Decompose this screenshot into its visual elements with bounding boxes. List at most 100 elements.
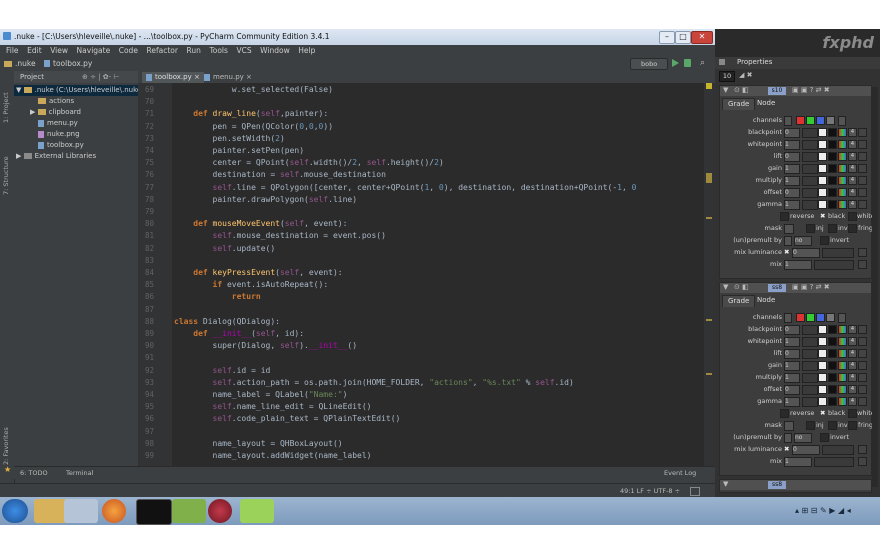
knob-value-field[interactable]: 0 (784, 152, 800, 162)
color-swatch[interactable] (818, 373, 827, 382)
knob-value-field[interactable]: 1 (784, 176, 800, 186)
knob-value-field[interactable]: 0 (784, 128, 800, 138)
animation-icon[interactable] (858, 325, 867, 334)
reverse-checkbox[interactable] (780, 409, 789, 418)
knob-value-field[interactable]: 1 (784, 164, 800, 174)
run-icon[interactable] (672, 59, 679, 67)
channels-select[interactable] (784, 313, 792, 323)
animation-icon[interactable] (858, 397, 867, 406)
alpha-channel-toggle[interactable] (826, 313, 835, 322)
channel-count-icon[interactable]: 4 (848, 325, 857, 334)
tree-item-clipboard[interactable]: ▶ clipboard (14, 107, 138, 118)
fringe-checkbox[interactable] (848, 224, 857, 233)
start-button[interactable] (2, 499, 28, 523)
animation-icon[interactable] (858, 188, 867, 197)
color-wheel-icon[interactable] (838, 176, 847, 185)
tree-item-nuke-png[interactable]: nuke.png (14, 129, 138, 140)
tab-structure[interactable]: 7: Structure (2, 151, 12, 195)
channel-count-icon[interactable]: 4 (848, 176, 857, 185)
channel-count-icon[interactable]: 4 (848, 337, 857, 346)
blue-channel-toggle[interactable] (816, 313, 825, 322)
unpremult-select[interactable]: no (794, 433, 812, 443)
color-wheel-icon[interactable] (838, 140, 847, 149)
run-config-select[interactable]: bobo (630, 58, 668, 70)
knob-slider[interactable] (802, 188, 818, 198)
tree-item-toolbox-py[interactable]: toolbox.py (14, 140, 138, 151)
project-header-label[interactable]: Project (20, 71, 44, 83)
animation-icon[interactable] (858, 128, 867, 137)
color-swatch-dark[interactable] (828, 397, 837, 406)
mix-luminance-slider[interactable] (822, 445, 854, 455)
collapse-icon[interactable]: ▼ (723, 283, 728, 291)
color-swatch[interactable] (818, 397, 827, 406)
knob-slider[interactable] (802, 128, 818, 138)
animation-icon[interactable] (858, 176, 867, 185)
knob-value-field[interactable]: 1 (784, 373, 800, 383)
panel-title-bar[interactable]: ▼ ⊙ ◧ s10 ▣ ▣ ? ⇄ ✖ (720, 86, 871, 96)
black-check-icon[interactable]: ✖ (820, 210, 825, 222)
animation-icon[interactable] (858, 349, 867, 358)
alpha-select[interactable] (838, 313, 846, 323)
channel-count-icon[interactable]: 4 (848, 349, 857, 358)
close-tab-icon[interactable]: × (194, 73, 200, 81)
color-wheel-icon[interactable] (838, 128, 847, 137)
knob-value-field[interactable]: 1 (784, 397, 800, 407)
mix-luminance-slider[interactable] (822, 248, 854, 258)
file-explorer-icon[interactable] (34, 499, 68, 523)
channel-count-icon[interactable]: 4 (848, 140, 857, 149)
menu-view[interactable]: View (50, 45, 68, 57)
tab-toolbox-py[interactable]: toolbox.py × (142, 72, 204, 83)
breadcrumb-root[interactable]: .nuke (15, 59, 36, 68)
invert-mask-checkbox[interactable] (828, 421, 837, 430)
code-view[interactable]: w.set_selected(False) def draw_line(self… (138, 85, 704, 466)
color-wheel-icon[interactable] (838, 325, 847, 334)
unpremult-toggle[interactable] (784, 433, 792, 443)
color-swatch-dark[interactable] (828, 361, 837, 370)
menu-window[interactable]: Window (260, 45, 290, 57)
firefox-icon[interactable] (102, 499, 126, 523)
knob-slider[interactable] (802, 385, 818, 395)
tree-item-actions[interactable]: actions (14, 96, 138, 107)
invert-checkbox[interactable] (820, 433, 829, 442)
invert-checkbox[interactable] (820, 236, 829, 245)
search-icon[interactable]: ⌕ (700, 58, 705, 68)
color-wheel-icon[interactable] (838, 361, 847, 370)
tab-menu-py[interactable]: menu.py × (200, 72, 256, 83)
panel-title-bar[interactable]: ▼ ss8 (720, 480, 871, 490)
color-wheel-icon[interactable] (838, 385, 847, 394)
panel-tool-icons[interactable]: ⊙ ◧ (734, 86, 749, 94)
color-swatch[interactable] (818, 385, 827, 394)
color-swatch[interactable] (818, 349, 827, 358)
color-wheel-icon[interactable] (838, 337, 847, 346)
invert-mask-checkbox[interactable] (828, 224, 837, 233)
tab-project[interactable]: 1: Project (2, 79, 12, 123)
maximize-button[interactable]: □ (675, 31, 691, 44)
color-swatch-dark[interactable] (828, 188, 837, 197)
menu-navigate[interactable]: Navigate (77, 45, 111, 57)
channel-count-icon[interactable]: 4 (848, 164, 857, 173)
color-wheel-icon[interactable] (838, 188, 847, 197)
channels-select[interactable] (784, 116, 792, 126)
color-wheel-icon[interactable] (838, 349, 847, 358)
color-swatch-dark[interactable] (828, 385, 837, 394)
alpha-select[interactable] (838, 116, 846, 126)
collapse-icon[interactable]: ▼ (723, 480, 728, 488)
mix-field[interactable]: 1 (784, 457, 812, 467)
knob-value-field[interactable]: 1 (784, 140, 800, 150)
red-channel-toggle[interactable] (796, 313, 805, 322)
color-swatch-dark[interactable] (828, 140, 837, 149)
color-swatch-dark[interactable] (828, 176, 837, 185)
tree-root[interactable]: ▼ .nuke (C:\Users\hleveille\.nuke) (14, 85, 144, 96)
knob-slider[interactable] (802, 397, 818, 407)
lock-icon[interactable] (690, 487, 700, 496)
status-info[interactable]: 49:1 LF ÷ UTF-8 ÷ (620, 487, 680, 495)
color-wheel-icon[interactable] (838, 373, 847, 382)
tree-item-menu-py[interactable]: menu.py (14, 118, 138, 129)
animation-icon[interactable] (858, 445, 867, 454)
terminal-icon[interactable] (136, 499, 172, 525)
color-swatch-dark[interactable] (828, 325, 837, 334)
mix-luminance-check-icon[interactable]: ✖ (784, 246, 789, 258)
color-swatch[interactable] (818, 337, 827, 346)
node-name[interactable]: ss8 (768, 284, 786, 292)
animation-icon[interactable] (858, 337, 867, 346)
